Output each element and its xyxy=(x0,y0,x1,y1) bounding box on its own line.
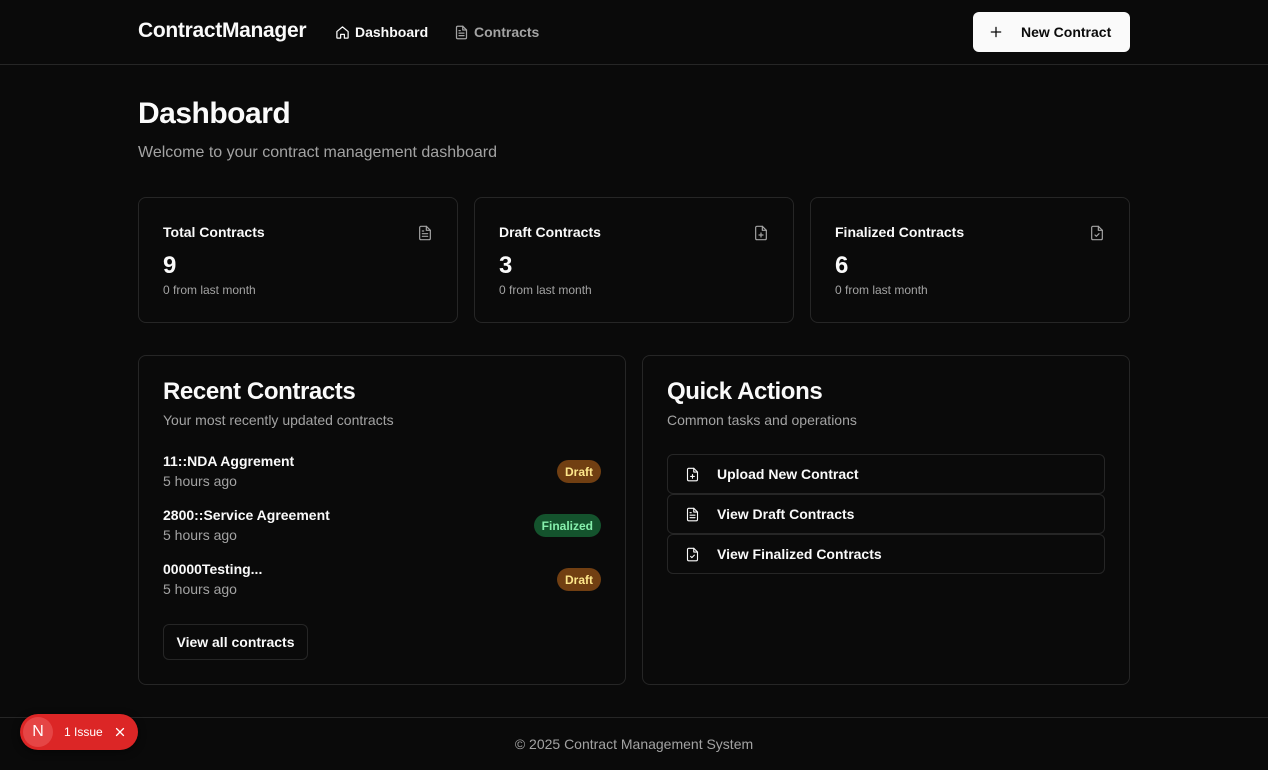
stat-title: Total Contracts xyxy=(163,224,265,240)
document-icon xyxy=(686,507,699,521)
panel-subtitle: Your most recently updated contracts xyxy=(163,412,394,428)
stat-card-total: Total Contracts 9 0 from last month xyxy=(138,197,458,323)
footer-copyright: © 2025 Contract Management System xyxy=(514,736,754,752)
stat-value: 6 xyxy=(835,252,849,279)
recent-contracts-panel: Recent Contracts Your most recently upda… xyxy=(138,355,626,685)
close-icon[interactable] xyxy=(113,725,127,739)
contract-list-item[interactable]: 2800::Service Agreement 5 hours ago Fina… xyxy=(163,507,601,547)
new-contract-button[interactable]: New Contract xyxy=(973,12,1130,52)
nav-contracts[interactable]: Contracts xyxy=(454,22,539,42)
contract-name[interactable]: 11::NDA Aggrement xyxy=(163,453,294,469)
stat-card-draft: Draft Contracts 3 0 from last month xyxy=(474,197,794,323)
nextjs-logo-icon[interactable]: N xyxy=(23,717,53,747)
action-label: Upload New Contract xyxy=(717,466,859,482)
quick-actions-panel: Quick Actions Common tasks and operation… xyxy=(642,355,1130,685)
status-badge: Draft xyxy=(556,568,601,591)
issue-count[interactable]: 1 Issue xyxy=(64,725,103,739)
contract-list-item[interactable]: 11::NDA Aggrement 5 hours ago Draft xyxy=(163,453,601,493)
contract-name[interactable]: 2800::Service Agreement xyxy=(163,507,330,523)
stat-change: 0 from last month xyxy=(835,283,928,297)
file-check-icon xyxy=(686,547,699,561)
contract-name[interactable]: 00000Testing... xyxy=(163,561,262,577)
stat-change: 0 from last month xyxy=(499,283,592,297)
brand-logo[interactable]: ContractManager xyxy=(138,19,307,43)
contract-time: 5 hours ago xyxy=(163,581,237,597)
nav-dashboard[interactable]: Dashboard xyxy=(335,22,428,42)
file-check-icon xyxy=(1091,225,1103,241)
view-draft-contracts-button[interactable]: View Draft Contracts xyxy=(667,494,1105,534)
contract-time: 5 hours ago xyxy=(163,473,237,489)
status-badge: Draft xyxy=(556,460,601,483)
top-nav: ContractManager Dashboard Contracts New … xyxy=(0,0,1268,65)
stat-change: 0 from last month xyxy=(163,283,256,297)
page-subtitle: Welcome to your contract management dash… xyxy=(138,144,498,161)
document-icon xyxy=(419,225,431,241)
file-plus-icon xyxy=(686,467,699,481)
stat-value: 3 xyxy=(499,252,513,279)
home-icon xyxy=(336,25,349,39)
action-label: View Finalized Contracts xyxy=(717,546,882,562)
page-title: Dashboard xyxy=(138,97,291,130)
file-plus-icon xyxy=(755,225,767,241)
contract-list-item[interactable]: 00000Testing... 5 hours ago Draft xyxy=(163,561,601,601)
document-icon xyxy=(455,25,468,39)
upload-new-contract-button[interactable]: Upload New Contract xyxy=(667,454,1105,494)
action-label: View Draft Contracts xyxy=(717,506,855,522)
new-contract-label: New Contract xyxy=(1021,24,1112,40)
nav-dashboard-label: Dashboard xyxy=(355,24,429,40)
footer: © 2025 Contract Management System xyxy=(0,717,1268,770)
nav-contracts-label: Contracts xyxy=(474,24,540,40)
view-all-contracts-button[interactable]: View all contracts xyxy=(163,624,308,660)
status-badge: Finalized xyxy=(533,514,601,537)
view-finalized-contracts-button[interactable]: View Finalized Contracts xyxy=(667,534,1105,574)
stat-title: Draft Contracts xyxy=(499,224,601,240)
panel-title: Recent Contracts xyxy=(163,378,356,405)
plus-icon xyxy=(990,26,1002,38)
stat-title: Finalized Contracts xyxy=(835,224,965,240)
contract-time: 5 hours ago xyxy=(163,527,237,543)
stat-value: 9 xyxy=(163,252,177,279)
panel-title: Quick Actions xyxy=(667,378,823,405)
panel-subtitle: Common tasks and operations xyxy=(667,412,857,428)
stat-card-finalized: Finalized Contracts 6 0 from last month xyxy=(810,197,1130,323)
issue-indicator[interactable]: N 1 Issue xyxy=(20,714,138,750)
